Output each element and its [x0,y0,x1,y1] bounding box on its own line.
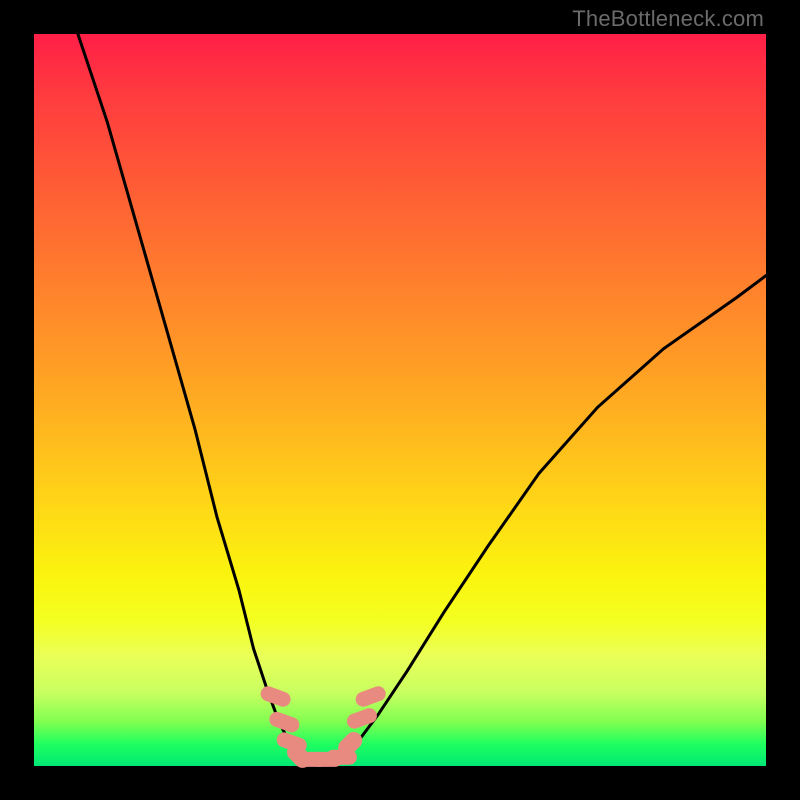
chart-curves [34,34,766,766]
blob-marker [259,685,292,708]
watermark-text: TheBottleneck.com [572,6,764,32]
curve-right [341,276,766,759]
blob-marker [345,707,378,730]
chart-frame: TheBottleneck.com [0,0,800,800]
blob-marker [354,685,387,708]
curve-left [78,34,298,759]
